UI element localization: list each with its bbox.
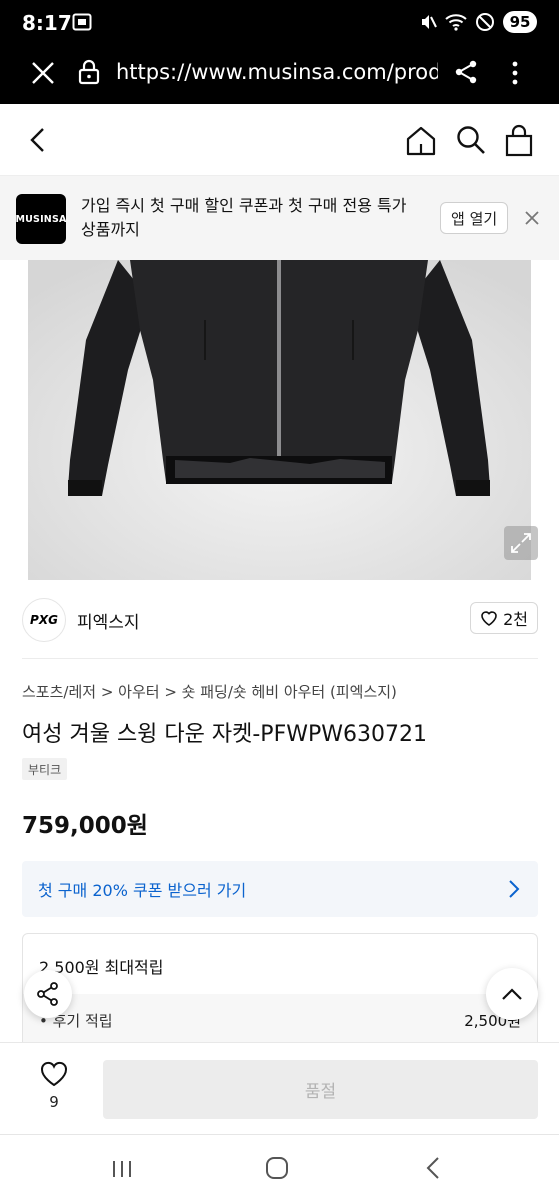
share-icon[interactable]: [453, 59, 479, 85]
mute-icon: [422, 15, 437, 29]
close-icon[interactable]: [30, 60, 56, 86]
sold-out-button[interactable]: 품절: [103, 1060, 538, 1119]
expand-image-button[interactable]: [504, 526, 538, 560]
home-icon[interactable]: [404, 124, 438, 158]
points-card: 2,500원 최대적립 • 후기 적립 2,500원: [22, 933, 538, 1053]
wifi-icon: [445, 14, 467, 31]
search-icon[interactable]: [455, 124, 487, 156]
menu-icon[interactable]: [505, 59, 525, 87]
status-time: 8:17: [22, 11, 72, 35]
browser-url-bar: https://www.musinsa.com/produ: [0, 44, 559, 104]
share-icon: [37, 982, 58, 1006]
recent-apps-icon[interactable]: [110, 1159, 134, 1179]
musinsa-logo: MUSINSA: [15, 194, 66, 244]
status-bar: 8:17 95: [0, 0, 559, 44]
chevron-right-icon: [509, 880, 520, 898]
product-image[interactable]: [0, 260, 559, 580]
coupon-banner[interactable]: 첫 구매 20% 쿠폰 받으러 가기: [22, 861, 538, 917]
app-header: [0, 104, 559, 176]
brand-name[interactable]: 피엑스지: [77, 608, 140, 633]
bag-icon[interactable]: [504, 124, 534, 158]
lock-icon[interactable]: [78, 59, 100, 85]
brand-like-count: 2천: [503, 610, 528, 629]
status-indicators: 95: [419, 10, 537, 34]
home-button-icon[interactable]: [264, 1155, 290, 1181]
coupon-label: 첫 구매 20% 쿠폰 받으러 가기: [38, 881, 247, 900]
wishlist-button[interactable]: 9: [30, 1061, 78, 1111]
system-nav-bar: [0, 1134, 559, 1200]
back-icon[interactable]: [26, 126, 50, 154]
brand-row: PXG 피엑스지 2천: [22, 596, 538, 644]
chevron-up-icon: [502, 988, 522, 1000]
open-app-button[interactable]: 앱 열기: [440, 202, 509, 234]
product-title: 여성 겨울 스윙 다운 자켓-PFWPW630721: [22, 722, 427, 747]
promo-message: 가입 즉시 첫 구매 할인 쿠폰과 첫 구매 전용 특가 상품까지: [81, 196, 407, 239]
heart-icon: [481, 611, 497, 626]
boutique-tag: 부티크: [22, 758, 68, 780]
wishlist-count: 9: [49, 1093, 59, 1111]
close-icon[interactable]: [524, 210, 540, 226]
back-icon[interactable]: [424, 1155, 442, 1181]
battery-indicator: 95: [503, 11, 537, 33]
jacket-photo: [0, 260, 559, 580]
purchase-bar: 9 품절: [0, 1042, 559, 1134]
dnd-icon: [476, 13, 494, 31]
divider: [22, 658, 538, 659]
app-promo-banner: MUSINSA 가입 즉시 첫 구매 할인 쿠폰과 첫 구매 전용 특가 상품까…: [0, 176, 559, 260]
screenshot-icon: [72, 13, 92, 31]
product-price: 759,000원: [22, 813, 148, 839]
floating-share-button[interactable]: [24, 970, 72, 1018]
heart-icon: [41, 1061, 67, 1087]
breadcrumb[interactable]: 스포츠/레저 > 아우터 > 숏 패딩/숏 헤비 아우터 (피엑스지): [22, 681, 397, 702]
url-text[interactable]: https://www.musinsa.com/produ: [116, 60, 438, 84]
brand-like-button[interactable]: 2천: [470, 602, 538, 634]
expand-icon: [511, 533, 531, 553]
brand-logo[interactable]: PXG: [22, 598, 66, 642]
scroll-to-top-button[interactable]: [486, 968, 538, 1020]
